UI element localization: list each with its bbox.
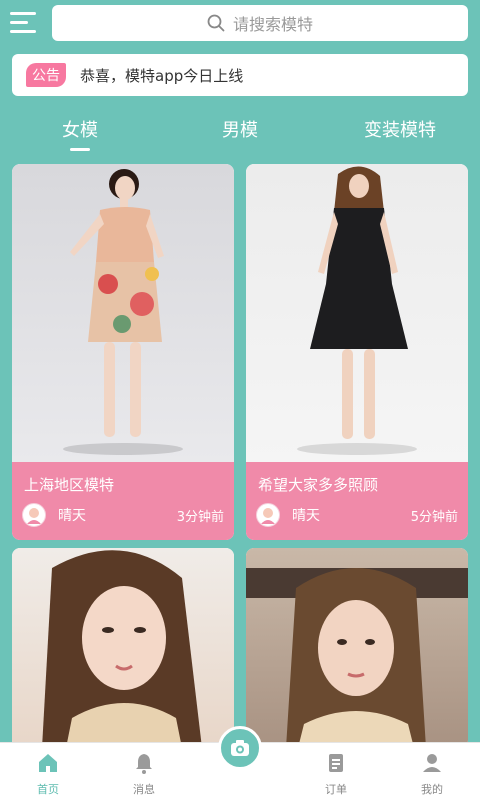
- nav-label: 消息: [133, 783, 155, 796]
- nav-home[interactable]: 首页: [18, 751, 78, 797]
- camera-icon: [231, 740, 249, 756]
- active-tab-indicator: [70, 148, 90, 151]
- notice-badge: 公告: [26, 63, 66, 87]
- avatar: [22, 503, 46, 527]
- category-tabs: 女模 男模 变装模特: [0, 100, 480, 156]
- notice-text: 恭喜，模特app今日上线: [80, 66, 244, 85]
- menu-icon[interactable]: [10, 10, 40, 36]
- nav-label: 首页: [37, 783, 59, 796]
- bell-icon: [136, 754, 152, 774]
- card-title: 希望大家多多照顾: [258, 476, 379, 494]
- tab-female-models[interactable]: 女模: [50, 116, 110, 142]
- model-card[interactable]: 上海地区模特 晴天 3分钟前: [12, 164, 234, 540]
- model-card[interactable]: 希望大家多多照顾 晴天 5分钟前: [246, 164, 468, 540]
- document-icon: [329, 754, 343, 772]
- nav-label: 我的: [421, 783, 443, 796]
- model-photo: [12, 548, 234, 748]
- user-name: 晴天: [58, 508, 86, 524]
- user-name: 晴天: [292, 508, 320, 524]
- card-title: 上海地区模特: [24, 476, 115, 494]
- home-icon: [39, 754, 57, 772]
- post-time: 3分钟前: [176, 509, 224, 525]
- header: 请搜索模特: [0, 0, 480, 48]
- search-input[interactable]: 请搜索模特: [52, 5, 468, 41]
- model-card[interactable]: [12, 548, 234, 748]
- nav-orders[interactable]: 订单: [306, 751, 366, 797]
- card-meta: 晴天 5分钟前: [256, 502, 458, 528]
- camera-button[interactable]: [218, 726, 262, 770]
- avatar: [256, 503, 280, 527]
- model-photo: [246, 548, 468, 748]
- nav-profile[interactable]: 我的: [402, 751, 462, 797]
- search-placeholder: 请搜索模特: [232, 15, 313, 34]
- search-icon: [207, 14, 225, 32]
- tab-male-models[interactable]: 男模: [210, 116, 270, 142]
- nav-label: 订单: [325, 783, 347, 796]
- model-photo: [12, 164, 234, 462]
- card-info: 希望大家多多照顾 晴天 5分钟前: [246, 462, 468, 540]
- nav-messages[interactable]: 消息: [114, 751, 174, 797]
- notice-bar[interactable]: 公告 恭喜，模特app今日上线: [12, 54, 468, 96]
- card-meta: 晴天 3分钟前: [22, 502, 224, 528]
- user-icon: [423, 754, 441, 772]
- model-card[interactable]: [246, 548, 468, 748]
- card-info: 上海地区模特 晴天 3分钟前: [12, 462, 234, 540]
- post-time: 5分钟前: [410, 509, 458, 525]
- tab-crossdress-models[interactable]: 变装模特: [350, 116, 450, 142]
- model-photo: [246, 164, 468, 462]
